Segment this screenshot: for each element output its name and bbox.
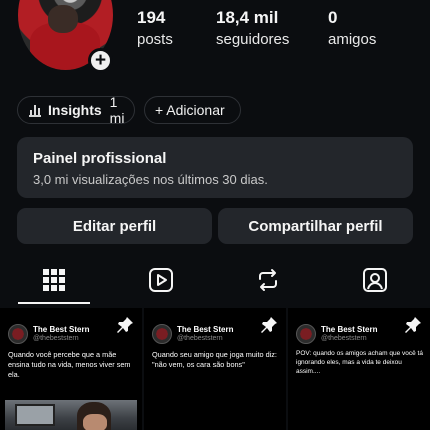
tweet-avatar <box>8 324 28 344</box>
tweet-handle: @thebeststern <box>177 334 223 342</box>
tweet-header: The Best Stern @thebeststern <box>152 324 233 344</box>
profile-tabs <box>0 258 430 306</box>
pin-icon <box>404 316 422 339</box>
bar-chart-icon <box>28 103 42 117</box>
add-label: + Adicionar <box>155 102 225 118</box>
tweet-text: Quando seu amigo que joga muito diz: "nã… <box>152 350 277 369</box>
photo-window <box>15 404 55 426</box>
panel-subtitle: 3,0 mi visualizações nos últimos 30 dias… <box>33 172 268 187</box>
tweet-text: POV: quando os amigos acham que você tá … <box>296 350 423 375</box>
add-chip[interactable]: + Adicionar <box>144 96 241 124</box>
share-profile-button[interactable]: Compartilhar perfil <box>218 208 413 244</box>
grid-icon <box>42 268 65 296</box>
followers-count: 18,4 mil <box>216 8 279 27</box>
tweet-avatar <box>152 324 172 344</box>
pin-icon <box>260 316 278 339</box>
tab-tagged[interactable] <box>321 258 428 306</box>
stat-friends[interactable]: 0 amigos <box>328 8 376 48</box>
stat-posts[interactable]: 194 posts <box>137 8 173 48</box>
friends-label: amigos <box>328 31 377 48</box>
tagged-icon <box>362 267 388 298</box>
edit-profile-button[interactable]: Editar perfil <box>17 208 212 244</box>
professional-dashboard[interactable]: Painel profissional 3,0 mi visualizações… <box>17 137 413 198</box>
friends-count: 0 <box>328 8 338 27</box>
insights-value: 1 mi <box>109 94 125 126</box>
post-thumbnail[interactable]: The Best Stern @thebeststern Quando seu … <box>144 308 286 430</box>
posts-count: 194 <box>137 8 166 27</box>
post-thumbnail[interactable]: The Best Stern @thebeststern POV: quando… <box>288 308 430 430</box>
tweet-author: The Best Stern <box>177 324 234 334</box>
tweet-author: The Best Stern <box>33 324 90 334</box>
reposts-icon <box>255 267 281 298</box>
pin-icon <box>116 316 134 339</box>
tweet-handle: @thebeststern <box>33 334 79 342</box>
post-thumbnail[interactable]: The Best Stern @thebeststern Quando você… <box>0 308 142 430</box>
post-photo <box>5 400 137 430</box>
tweet-handle: @thebeststern <box>321 334 367 342</box>
avatar-face <box>48 5 78 33</box>
tab-reels[interactable] <box>107 258 214 306</box>
insights-label: Insights <box>48 102 102 118</box>
add-story-button[interactable]: + <box>88 48 113 73</box>
posts-grid: The Best Stern @thebeststern Quando você… <box>0 308 430 430</box>
tweet-text: Quando você percebe que a mãe ensina tud… <box>8 350 131 379</box>
panel-title: Painel profissional <box>33 150 167 167</box>
tab-reposts[interactable] <box>214 258 321 306</box>
reels-icon <box>148 267 174 298</box>
tab-posts[interactable] <box>0 258 107 306</box>
insights-chip[interactable]: Insights 1 mi <box>17 94 135 126</box>
photo-face <box>83 414 107 430</box>
followers-label: seguidores <box>216 31 290 48</box>
posts-label: posts <box>137 31 173 48</box>
tweet-author: The Best Stern <box>321 324 378 334</box>
tweet-header: The Best Stern @thebeststern <box>296 324 377 344</box>
tweet-avatar <box>296 324 316 344</box>
stat-followers[interactable]: 18,4 mil seguidores <box>216 8 289 48</box>
tweet-header: The Best Stern @thebeststern <box>8 324 89 344</box>
plus-icon: + <box>94 50 107 71</box>
